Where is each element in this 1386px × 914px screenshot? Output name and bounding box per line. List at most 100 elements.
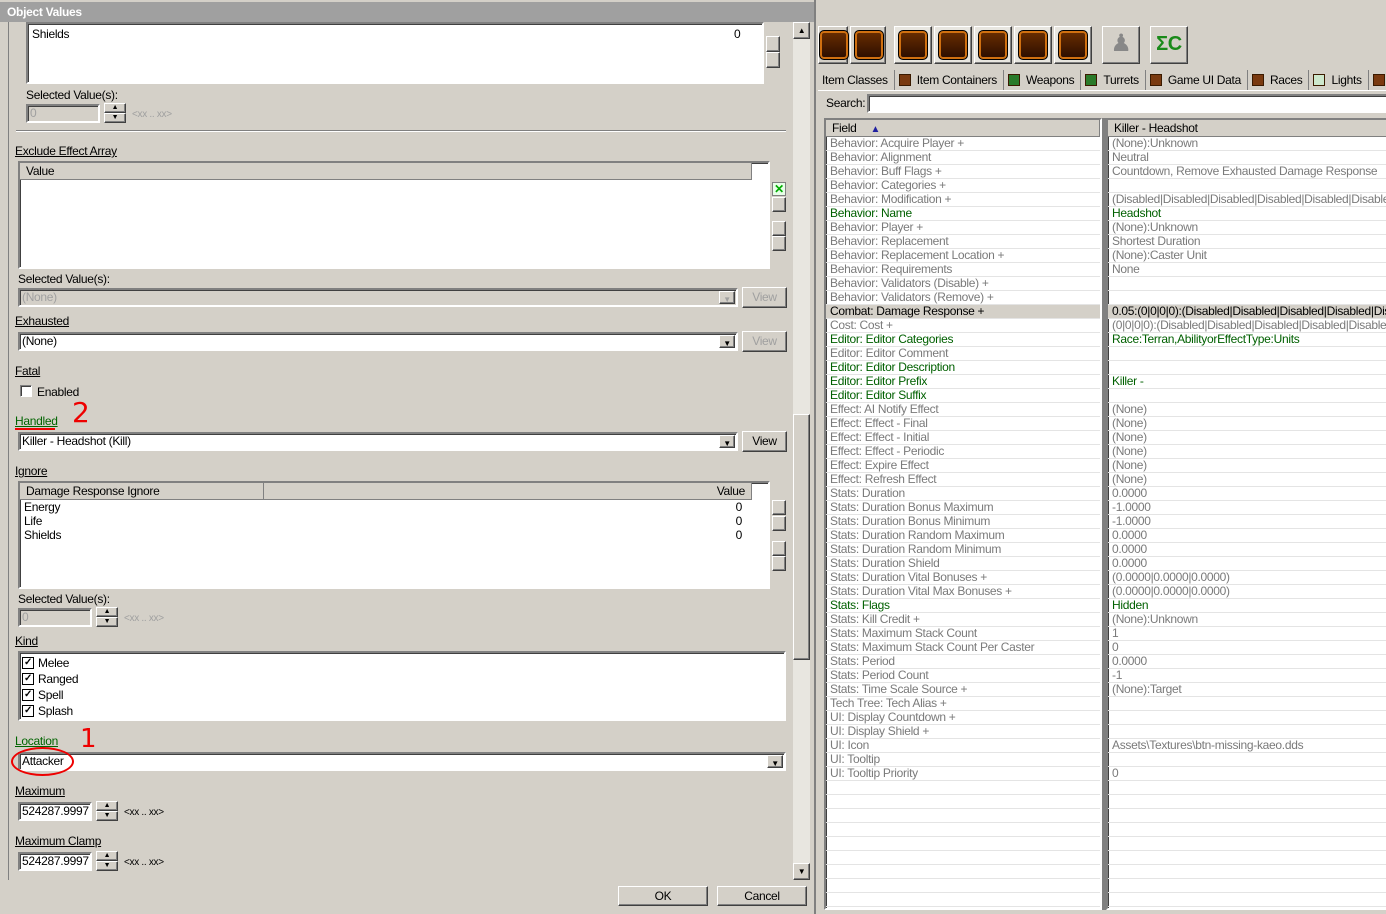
kind-item[interactable]: ✓ Splash (20, 703, 784, 719)
value-row[interactable]: -1 (1108, 669, 1386, 683)
scroll-up-button[interactable]: ▲ (793, 22, 810, 39)
move-down-button[interactable] (772, 541, 786, 556)
fatal-enabled-checkbox[interactable] (20, 385, 32, 397)
tab-more[interactable] (1369, 70, 1386, 90)
field-row[interactable]: Behavior: Player + (826, 221, 1100, 235)
selected-value-input[interactable]: 0 (26, 104, 100, 123)
field-row[interactable]: Effect: Effect - Final (826, 417, 1100, 431)
toolbar-button[interactable] (894, 26, 932, 64)
toolbar-button[interactable] (974, 26, 1012, 64)
toolbar-button[interactable] (1014, 26, 1052, 64)
tab-races[interactable]: Races (1248, 70, 1310, 90)
exhausted-dropdown[interactable]: (None) ▼ (18, 332, 738, 351)
field-row[interactable]: Effect: Expire Effect (826, 459, 1100, 473)
chevron-down-icon[interactable]: ▼ (719, 435, 735, 448)
value-row[interactable]: 0.0000 (1108, 487, 1386, 501)
selected-value-stepper[interactable]: ▲ ▼ (104, 103, 126, 123)
field-row[interactable]: Stats: Duration Random Minimum (826, 543, 1100, 557)
cancel-button[interactable]: Cancel (717, 886, 807, 906)
table-row[interactable]: Energy 0 (20, 500, 752, 514)
value-row[interactable]: (0|0|0|0):(Disabled|Disabled|Disabled|Di… (1108, 319, 1386, 333)
field-row[interactable]: Behavior: Alignment (826, 151, 1100, 165)
move-bottom-button[interactable] (772, 556, 786, 571)
field-row[interactable]: Behavior: Name (826, 207, 1100, 221)
value-row[interactable]: (None) (1108, 431, 1386, 445)
table-row[interactable]: Life 0 (20, 514, 752, 528)
field-row[interactable]: Editor: Editor Comment (826, 347, 1100, 361)
maximum-clamp-input[interactable]: 524287.9997 (18, 852, 92, 871)
column-header-value[interactable]: Value (264, 483, 752, 500)
move-up-button[interactable] (772, 516, 786, 531)
value-row[interactable]: (None) (1108, 403, 1386, 417)
handled-dropdown[interactable]: Killer - Headshot (Kill) ▼ (18, 432, 738, 451)
field-row[interactable]: Stats: Duration Vital Bonuses + (826, 571, 1100, 585)
ignore-selected-input[interactable]: 0 (18, 608, 92, 627)
field-row[interactable]: UI: Icon (826, 739, 1100, 753)
move-up-button[interactable] (772, 221, 786, 236)
add-value-icon[interactable]: ✕ (772, 182, 786, 196)
tab-lights[interactable]: Lights (1309, 70, 1369, 90)
field-row[interactable]: UI: Tooltip (826, 753, 1100, 767)
field-row[interactable]: Combat: Damage Response + (826, 305, 1100, 319)
value-row[interactable] (1108, 291, 1386, 305)
value-row[interactable] (1108, 179, 1386, 193)
field-row[interactable]: Effect: Effect - Initial (826, 431, 1100, 445)
value-row[interactable]: Killer - (1108, 375, 1386, 389)
top-value-list[interactable]: Shields 0 (26, 22, 764, 84)
field-row[interactable]: Behavior: Validators (Disable) + (826, 277, 1100, 291)
field-row[interactable]: Behavior: Acquire Player + (826, 137, 1100, 151)
list-scroll-button[interactable] (766, 36, 780, 52)
chevron-down-icon[interactable]: ▼ (767, 755, 783, 768)
value-row[interactable]: 0.05:(0|0|0|0):(Disabled|Disabled|Disabl… (1108, 305, 1386, 319)
value-row[interactable] (1108, 277, 1386, 291)
field-row[interactable]: Stats: Time Scale Source + (826, 683, 1100, 697)
column-header-damage-response-ignore[interactable]: Damage Response Ignore (20, 483, 264, 500)
field-row[interactable]: Behavior: Buff Flags + (826, 165, 1100, 179)
tab-turrets[interactable]: Turrets (1081, 70, 1146, 90)
checkbox-checked[interactable]: ✓ (22, 705, 34, 717)
value-row[interactable] (1108, 697, 1386, 711)
field-row[interactable]: Editor: Editor Prefix (826, 375, 1100, 389)
tab-item-classes[interactable]: Item Classes (818, 70, 895, 90)
maximum-input[interactable]: 524287.9997 (18, 802, 92, 821)
scroll-thumb[interactable] (793, 414, 810, 660)
value-row[interactable]: (0.0000|0.0000|0.0000) (1108, 571, 1386, 585)
field-row[interactable]: Effect: Refresh Effect (826, 473, 1100, 487)
field-row[interactable]: Editor: Editor Categories (826, 333, 1100, 347)
field-row[interactable]: Stats: Kill Credit + (826, 613, 1100, 627)
value-row[interactable]: (None):Unknown (1108, 221, 1386, 235)
maximum-clamp-stepper[interactable]: ▲ ▼ (96, 851, 118, 871)
tab-game-ui-data[interactable]: Game UI Data (1146, 70, 1248, 90)
value-row[interactable]: Assets\Textures\btn-missing-kaeo.dds (1108, 739, 1386, 753)
value-row[interactable]: (None) (1108, 445, 1386, 459)
column-header-killer-headshot[interactable]: Killer - Headshot (1108, 120, 1386, 137)
list-item[interactable]: Shields (32, 27, 70, 41)
field-row[interactable]: Stats: Duration Random Maximum (826, 529, 1100, 543)
column-header-field[interactable]: Field ▲ (826, 120, 1100, 137)
toolbar-button[interactable] (1054, 26, 1092, 64)
value-row[interactable]: 0 (1108, 641, 1386, 655)
field-row[interactable]: Editor: Editor Suffix (826, 389, 1100, 403)
field-row[interactable]: Behavior: Modification + (826, 193, 1100, 207)
value-row[interactable]: 0 (1108, 767, 1386, 781)
value-row[interactable]: Hidden (1108, 599, 1386, 613)
location-dropdown[interactable]: Attacker ▼ (18, 752, 786, 771)
field-row[interactable]: Stats: Period Count (826, 669, 1100, 683)
tab-weapons[interactable]: Weapons (1004, 70, 1082, 90)
value-row[interactable]: 0.0000 (1108, 557, 1386, 571)
value-row[interactable]: Neutral (1108, 151, 1386, 165)
field-row[interactable]: Behavior: Categories + (826, 179, 1100, 193)
table-row[interactable]: Shields 0 (20, 528, 752, 542)
field-row[interactable]: UI: Tooltip Priority (826, 767, 1100, 781)
toolbar-button[interactable] (850, 26, 886, 64)
value-row[interactable]: (None) (1108, 473, 1386, 487)
field-row[interactable]: Behavior: Replacement Location + (826, 249, 1100, 263)
value-row[interactable]: (None):Target (1108, 683, 1386, 697)
maximum-stepper[interactable]: ▲ ▼ (96, 801, 118, 821)
field-row[interactable]: Stats: Period (826, 655, 1100, 669)
field-row[interactable]: Behavior: Replacement (826, 235, 1100, 249)
field-row[interactable]: Stats: Maximum Stack Count Per Caster (826, 641, 1100, 655)
checkbox-checked[interactable]: ✓ (22, 673, 34, 685)
value-row[interactable]: (None):Unknown (1108, 137, 1386, 151)
handled-view-button[interactable]: View (742, 431, 787, 452)
